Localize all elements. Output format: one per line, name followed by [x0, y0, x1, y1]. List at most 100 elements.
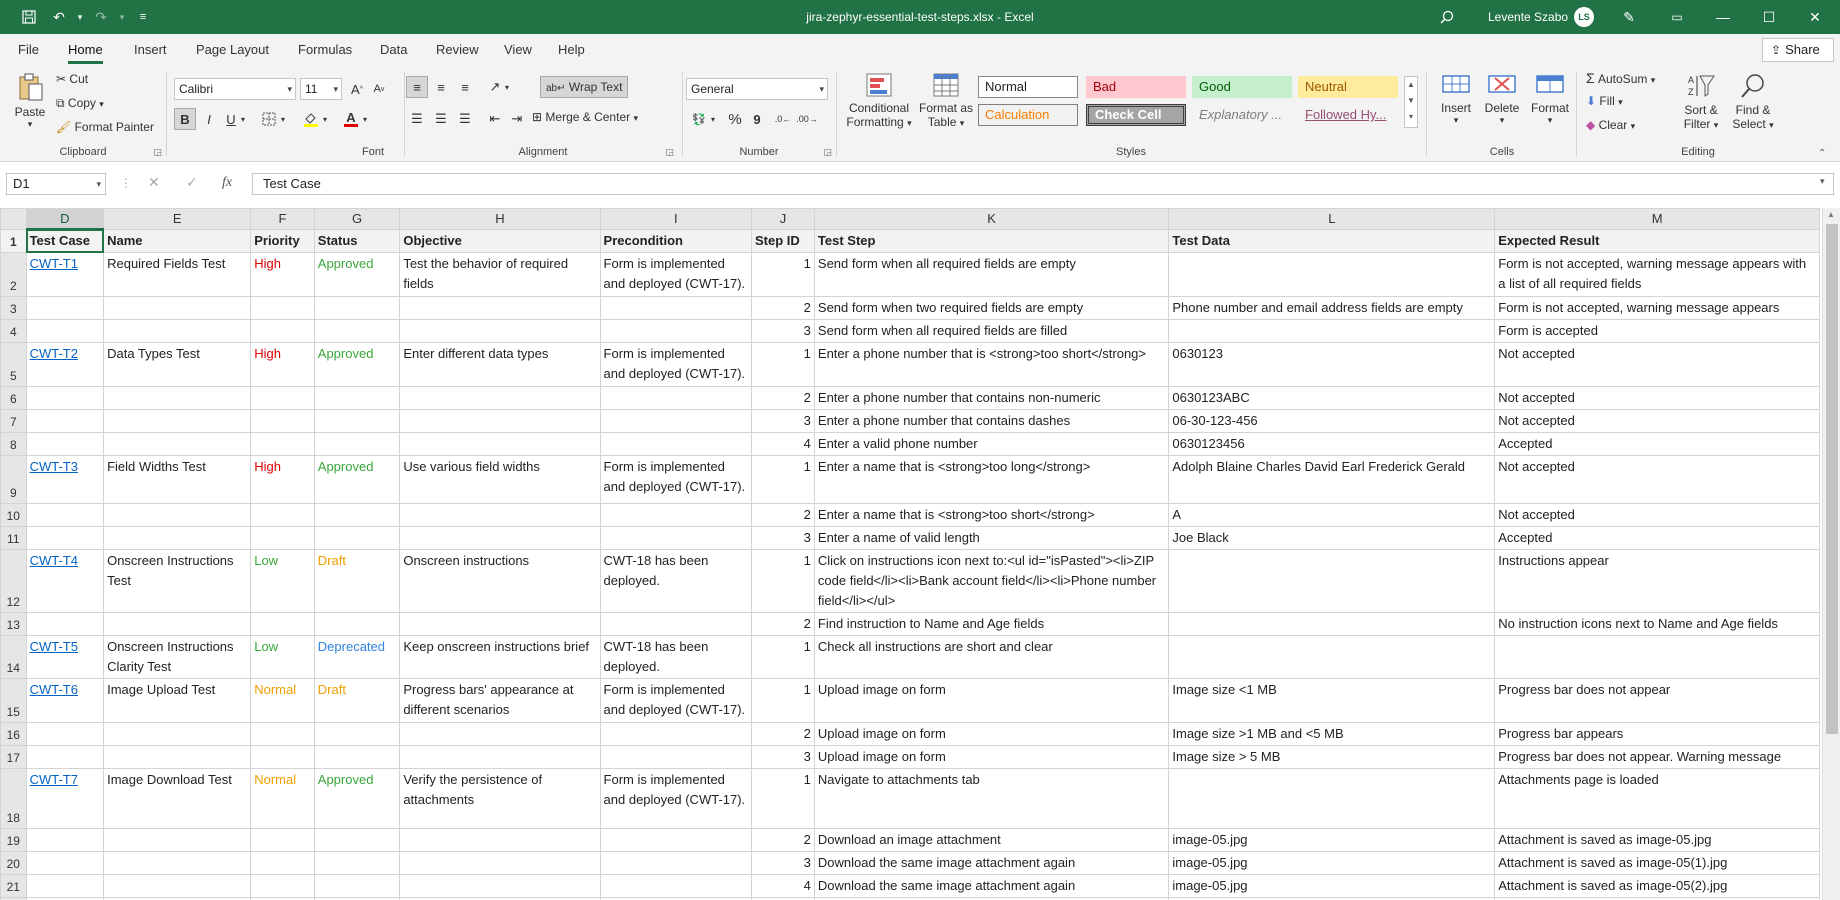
- cell-precondition[interactable]: [599, 612, 753, 636]
- cell-step-id[interactable]: 1: [751, 252, 815, 297]
- cell-priority[interactable]: [250, 386, 315, 410]
- cell-status[interactable]: [313, 722, 401, 746]
- cell-precondition[interactable]: [599, 526, 753, 550]
- cell-test-case[interactable]: [25, 851, 105, 875]
- cell-name[interactable]: [103, 503, 252, 527]
- cell-precondition[interactable]: [599, 851, 753, 875]
- user-name[interactable]: Levente Szabo: [1488, 0, 1568, 34]
- cell-expected-result[interactable]: Progress bar does not appear. Warning me…: [1494, 745, 1820, 769]
- tab-insert[interactable]: Insert: [134, 34, 167, 66]
- cell-priority[interactable]: High: [250, 252, 315, 297]
- cell-precondition[interactable]: [599, 722, 753, 746]
- cell-precondition[interactable]: Form is implemented and deployed (CWT-17…: [599, 768, 753, 829]
- cell-precondition[interactable]: Form is implemented and deployed (CWT-17…: [599, 342, 753, 387]
- cell-test-data[interactable]: Image size >1 MB and <5 MB: [1168, 722, 1496, 746]
- clear-button[interactable]: ◆ Clear ▾: [1586, 118, 1635, 132]
- cell-test-case[interactable]: CWT-T3: [25, 455, 105, 504]
- cell-name[interactable]: [103, 874, 252, 898]
- cell-status[interactable]: Draft: [313, 549, 401, 613]
- cell-test-case[interactable]: CWT-T6: [25, 678, 105, 723]
- cell-objective[interactable]: [399, 319, 601, 343]
- cell-expected-result[interactable]: Attachments page is loaded: [1494, 768, 1820, 829]
- cell-name[interactable]: Onscreen Instructions Clarity Test: [103, 635, 252, 679]
- cell-expected-result[interactable]: Not accepted: [1494, 342, 1820, 387]
- row-header[interactable]: 1: [0, 228, 27, 253]
- row-header[interactable]: 4: [0, 319, 27, 343]
- vertical-scrollbar[interactable]: ▲: [1822, 208, 1840, 900]
- cell-test-step[interactable]: Send form when all required fields are e…: [813, 252, 1170, 297]
- row-header[interactable]: 16: [0, 722, 27, 746]
- row-header[interactable]: 15: [0, 678, 27, 723]
- cell-precondition[interactable]: Precondition: [599, 228, 753, 253]
- row-header[interactable]: 8: [0, 432, 27, 456]
- cell-name[interactable]: Field Widths Test: [103, 455, 252, 504]
- cell-test-data[interactable]: [1168, 549, 1496, 613]
- insert-function-icon[interactable]: fx: [222, 175, 232, 191]
- cell-test-data[interactable]: [1168, 319, 1496, 343]
- cell-name[interactable]: [103, 386, 252, 410]
- cell-test-data[interactable]: [1168, 252, 1496, 297]
- cell-objective[interactable]: [399, 409, 601, 433]
- align-center-icon[interactable]: ☰: [430, 108, 452, 130]
- search-icon[interactable]: [1432, 0, 1462, 34]
- cell-test-data[interactable]: A: [1168, 503, 1496, 527]
- scrollbar-thumb[interactable]: [1826, 224, 1838, 734]
- cell-expected-result[interactable]: Attachment is saved as image-05.jpg: [1494, 828, 1820, 852]
- cell-step-id[interactable]: 1: [751, 768, 815, 829]
- cell-step-id[interactable]: 1: [751, 342, 815, 387]
- cell-status[interactable]: [313, 432, 401, 456]
- cell-test-case[interactable]: [25, 745, 105, 769]
- cell-step-id[interactable]: 3: [751, 851, 815, 875]
- align-left-icon[interactable]: ☰: [406, 108, 428, 130]
- sort-filter-button[interactable]: AZ Sort & Filter ▾: [1676, 72, 1726, 132]
- cell-test-data[interactable]: [1168, 635, 1496, 679]
- cell-objective[interactable]: [399, 526, 601, 550]
- tab-view[interactable]: View: [504, 34, 532, 66]
- row-header[interactable]: 21: [0, 874, 27, 898]
- cell-objective[interactable]: [399, 745, 601, 769]
- clipboard-dialog-launcher-icon[interactable]: ◲: [153, 147, 162, 158]
- cell-step-id[interactable]: 2: [751, 722, 815, 746]
- maximize-button[interactable]: ☐: [1746, 0, 1792, 34]
- cell-status[interactable]: Approved: [313, 768, 401, 829]
- cell-test-data[interactable]: Test Data: [1168, 228, 1496, 253]
- cell-priority[interactable]: [250, 745, 315, 769]
- cell-test-data[interactable]: 0630123456: [1168, 432, 1496, 456]
- row-header[interactable]: 5: [0, 342, 27, 387]
- cell-expected-result[interactable]: Progress bar does not appear: [1494, 678, 1820, 723]
- cell-test-step[interactable]: Enter a name of valid length: [813, 526, 1170, 550]
- column-header-f[interactable]: F: [250, 208, 315, 230]
- row-header[interactable]: 20: [0, 851, 27, 875]
- cell-test-case[interactable]: [25, 874, 105, 898]
- tab-data[interactable]: Data: [380, 34, 407, 66]
- column-header-l[interactable]: L: [1168, 208, 1496, 230]
- cell-test-data[interactable]: Image size <1 MB: [1168, 678, 1496, 723]
- cell-name[interactable]: [103, 828, 252, 852]
- chevron-down-icon[interactable]: ▾: [238, 108, 248, 130]
- row-header[interactable]: 7: [0, 409, 27, 433]
- redo-dropdown-icon[interactable]: ▾: [116, 0, 128, 34]
- chevron-down-icon[interactable]: ▾: [360, 108, 370, 130]
- cell-test-step[interactable]: Enter a name that is <strong>too short</…: [813, 503, 1170, 527]
- test-case-link[interactable]: CWT-T1: [30, 256, 78, 271]
- cancel-icon[interactable]: ✕: [148, 174, 160, 191]
- cell-precondition[interactable]: [599, 432, 753, 456]
- redo-icon[interactable]: ↷: [86, 0, 116, 34]
- row-header[interactable]: 3: [0, 296, 27, 320]
- paste-dropdown-icon[interactable]: ▾: [12, 119, 48, 130]
- cell-objective[interactable]: Test the behavior of required fields: [399, 252, 601, 297]
- row-header[interactable]: 9: [0, 455, 27, 504]
- style-normal[interactable]: Normal: [978, 76, 1078, 98]
- cell-status[interactable]: Deprecated: [313, 635, 401, 679]
- cell-test-step[interactable]: Upload image on form: [813, 745, 1170, 769]
- decrease-font-size-icon[interactable]: Av: [368, 78, 390, 100]
- accounting-format-icon[interactable]: 💱: [688, 108, 710, 130]
- format-painter-button[interactable]: 🖌 Format Painter: [56, 120, 154, 134]
- chevron-down-icon[interactable]: ▾: [320, 108, 330, 130]
- cell-objective[interactable]: Keep onscreen instructions brief: [399, 635, 601, 679]
- cell-status[interactable]: [313, 526, 401, 550]
- chevron-down-icon[interactable]: ▾: [502, 76, 512, 98]
- cell-test-case[interactable]: [25, 722, 105, 746]
- cell-expected-result[interactable]: Attachment is saved as image-05(2).jpg: [1494, 874, 1820, 898]
- cell-name[interactable]: [103, 745, 252, 769]
